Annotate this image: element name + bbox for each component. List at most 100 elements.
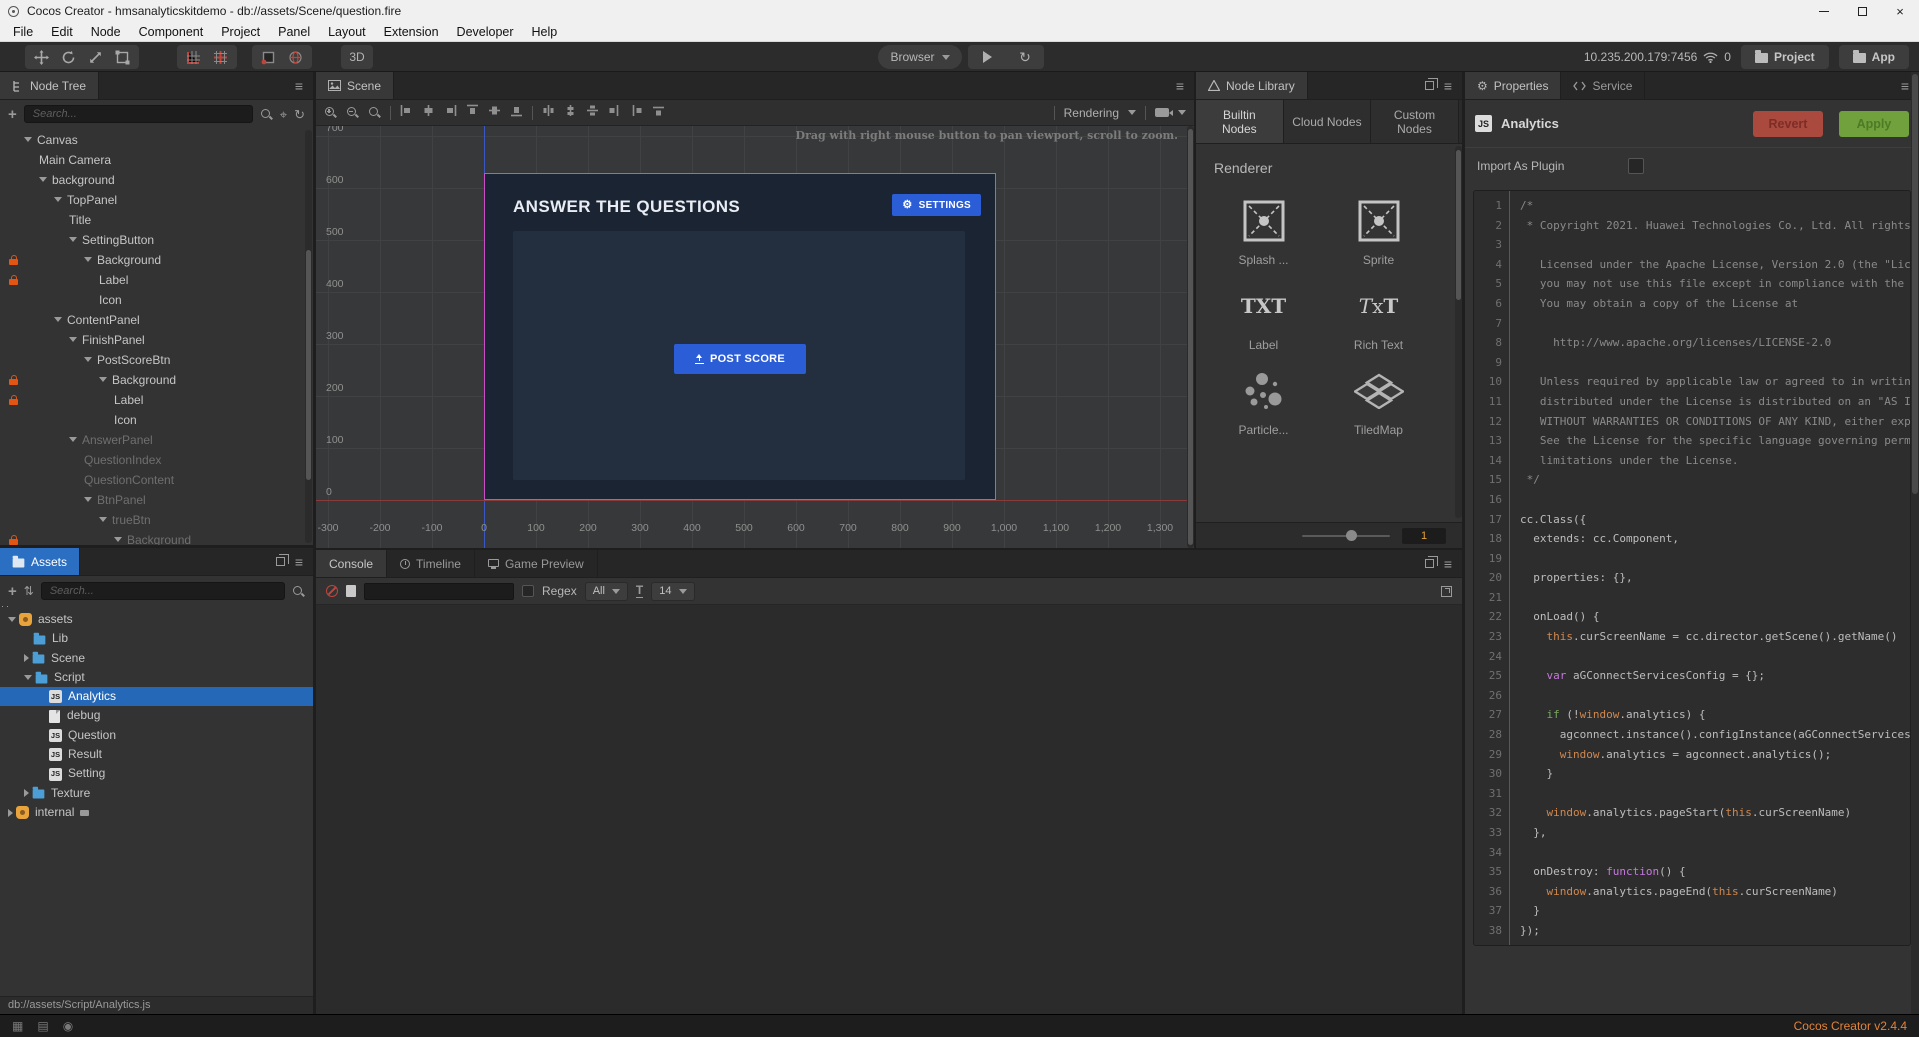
menu-help[interactable]: Help [523,25,567,39]
tree-node-btnpanel[interactable]: BtnPanel [0,490,313,510]
apply-button[interactable]: Apply [1839,111,1909,137]
panel-menu-icon[interactable]: ≡ [295,555,303,569]
align-middle-icon[interactable] [488,104,501,122]
expand-arrow-icon[interactable] [8,809,13,817]
expand-arrow-icon[interactable] [54,317,62,322]
detach-panel-icon[interactable] [1425,81,1434,90]
tree-node-icon[interactable]: Icon [0,410,313,430]
menu-file[interactable]: File [4,25,42,39]
maximize-button[interactable] [1843,0,1881,22]
menu-layout[interactable]: Layout [319,25,375,39]
panel-menu-icon[interactable]: ≡ [1176,79,1184,93]
zoom-in-icon[interactable] [324,106,337,119]
panel-menu-icon[interactable]: ≡ [1901,79,1909,93]
panel-menu-icon[interactable]: ≡ [295,79,303,93]
library-item-sprite[interactable]: Sprite [1321,198,1436,267]
open-external-icon[interactable] [1441,586,1452,597]
tree-node-background[interactable]: Background [0,370,313,390]
align-top-icon[interactable] [466,104,479,122]
mode-3d-button[interactable]: 3D [341,45,373,69]
add-node-button[interactable]: + [8,107,17,122]
tree-node-background[interactable]: background [0,170,313,190]
minimize-button[interactable] [1805,0,1843,22]
menu-developer[interactable]: Developer [448,25,523,39]
distribute-middle-icon[interactable] [630,104,643,122]
expand-arrow-icon[interactable] [84,257,92,262]
asset-search-input[interactable] [41,582,285,600]
rect-tool-button[interactable] [109,46,136,68]
library-item-label[interactable]: TXTLabel [1206,283,1321,352]
align-center-h-icon[interactable] [422,104,435,122]
expand-arrow-icon[interactable] [39,177,47,182]
distribute-top-icon[interactable] [608,104,621,122]
asset-item-assets[interactable]: assets [0,610,313,629]
tree-node-canvas[interactable]: Canvas [0,130,313,150]
menu-node[interactable]: Node [82,25,130,39]
expand-arrow-icon[interactable] [69,237,77,242]
library-item-rich-text[interactable]: TxTRich Text [1321,283,1436,352]
menu-extension[interactable]: Extension [375,25,448,39]
tree-node-toppanel[interactable]: TopPanel [0,190,313,210]
refresh-button[interactable]: ↻ [1006,46,1044,68]
zoom-out-icon[interactable] [346,106,359,119]
tab-game-preview[interactable]: Game Preview [475,550,598,577]
font-size-select[interactable]: 14 [651,582,694,601]
clear-console-icon[interactable] [326,585,338,597]
open-app-button[interactable]: App [1839,45,1909,69]
expand-arrow-icon[interactable] [84,497,92,502]
log-list-icon[interactable]: ▤ [37,1020,48,1032]
add-asset-button[interactable]: + [8,584,17,599]
revert-button[interactable]: Revert [1753,111,1823,137]
expand-arrow-icon[interactable] [54,197,62,202]
log-level-select[interactable]: All [585,582,628,601]
import-as-plugin-checkbox[interactable] [1628,158,1644,174]
library-item-splash[interactable]: Splash ... [1206,198,1321,267]
sort-assets-icon[interactable]: ⇅ [24,585,34,597]
library-tab-custom-nodes[interactable]: Custom Nodes [1371,100,1459,143]
viewport-scrollbar[interactable] [1187,126,1194,548]
tab-assets[interactable]: Assets [0,548,80,575]
grid-snap-button[interactable] [207,46,234,68]
distribute-bottom-icon[interactable] [652,104,665,122]
expand-arrow-icon[interactable] [24,789,29,797]
rendering-dropdown[interactable]: Rendering [1064,106,1119,120]
tree-node-truebtn[interactable]: trueBtn [0,510,313,530]
node-search-input[interactable] [24,105,253,123]
tree-node-questionindex[interactable]: QuestionIndex [0,450,313,470]
asset-item-lib[interactable]: Lib [0,629,313,648]
tree-node-contentpanel[interactable]: ContentPanel [0,310,313,330]
console-toggle-icon[interactable]: ▦ [12,1020,23,1032]
expand-arrow-icon[interactable] [99,377,107,382]
eye-icon[interactable]: ◉ [63,1020,73,1032]
tree-node-background[interactable]: Background [0,250,313,270]
open-log-icon[interactable] [346,585,356,597]
refresh-tree-icon[interactable]: ↻ [294,108,305,121]
tree-node-label[interactable]: Label [0,270,313,290]
detach-panel-icon[interactable] [276,557,285,566]
anchor-gizmo-button[interactable] [255,46,282,68]
asset-item-debug[interactable]: debug [0,706,313,725]
preview-target-dropdown[interactable]: Browser [878,45,962,69]
asset-item-scene[interactable]: Scene [0,649,313,668]
align-right-icon[interactable] [444,104,457,122]
tab-timeline[interactable]: Timeline [387,550,475,577]
chevron-down-icon[interactable] [1128,110,1136,115]
asset-item-script[interactable]: Script [0,668,313,687]
panel-menu-icon[interactable]: ≡ [1444,557,1452,571]
asset-item-result[interactable]: JSResult [0,745,313,764]
expand-arrow-icon[interactable] [99,517,107,522]
distribute-center-h-icon[interactable] [564,104,577,122]
asset-item-texture[interactable]: Texture [0,784,313,803]
tab-service[interactable]: Service [1561,72,1645,99]
tree-node-settingbutton[interactable]: SettingButton [0,230,313,250]
distribute-left-icon[interactable] [542,104,555,122]
tab-console[interactable]: Console [316,550,387,577]
console-filter-input[interactable] [364,583,514,600]
expand-arrow-icon[interactable] [84,357,92,362]
tab-properties[interactable]: ⚙ Properties [1465,72,1561,99]
tree-node-postscorebtn[interactable]: PostScoreBtn [0,350,313,370]
tab-node-library[interactable]: Node Library [1196,72,1308,99]
asset-item-question[interactable]: JSQuestion [0,726,313,745]
camera-preview-icon[interactable] [1155,108,1169,117]
zoom-reset-icon[interactable] [368,106,381,119]
